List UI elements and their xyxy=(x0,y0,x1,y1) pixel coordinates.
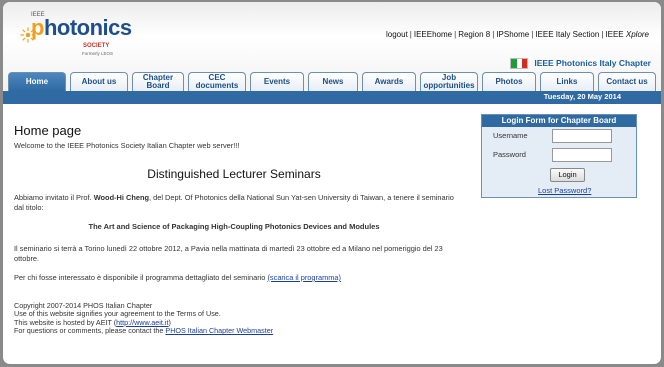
italy-flag-icon xyxy=(510,58,529,69)
login-button[interactable]: Login xyxy=(550,168,585,182)
program-text: Per chi fosse interessato è disponibile … xyxy=(14,273,341,282)
region-8-link[interactable]: Region 8 xyxy=(458,30,490,39)
tab-cec-documents[interactable]: CEC documents xyxy=(188,72,246,91)
section-title: Distinguished Lecturer Seminars xyxy=(147,167,321,181)
tab-job-opportunities[interactable]: Job opportunities xyxy=(420,72,478,91)
main-content: Home page Welcome to the IEEE Photonics … xyxy=(14,123,464,336)
talk-title: The Art and Science of Packaging High-Co… xyxy=(88,222,380,231)
photonics-society-logo[interactable]: IEEE photonics SOCIETY Formerly LEOS xyxy=(14,11,154,63)
lecturer-name: Wood-Hi Cheng xyxy=(93,193,149,202)
webmaster-link[interactable]: PHOS Italian Chapter Webmaster xyxy=(165,326,273,335)
main-nav: Home About us Chapter Board CEC document… xyxy=(8,72,658,91)
program-download-link[interactable]: (scarica il programma) xyxy=(267,273,341,282)
login-form-header: Login Form for Chapter Board xyxy=(482,115,636,127)
date-bar: Tuesday, 20 May 2014 xyxy=(3,91,661,104)
tab-events[interactable]: Events xyxy=(250,72,304,91)
page-title: Home page xyxy=(14,123,82,138)
password-label: Password xyxy=(493,150,526,159)
tab-contact-us[interactable]: Contact us xyxy=(598,72,656,91)
tab-about-us[interactable]: About us xyxy=(70,72,128,91)
tab-chapter-board[interactable]: Chapter Board xyxy=(132,72,184,91)
password-input[interactable] xyxy=(552,148,612,162)
logo-formerly-text: Formerly LEOS xyxy=(82,51,114,56)
seminar-schedule: Il seminario si terrà a Torino lunedì 22… xyxy=(14,244,443,263)
login-form: Login Form for Chapter Board Username Pa… xyxy=(481,114,637,198)
top-links: logout | IEEEhome | Region 8 | IPShome | IEEE It… xyxy=(386,30,649,39)
tab-photos[interactable]: Photos xyxy=(482,72,536,91)
logo-society-text: SOCIETY xyxy=(83,43,110,49)
tab-awards[interactable]: Awards xyxy=(362,72,416,91)
footer: Copyright 2007-2014 PHOS Italian Chapter… xyxy=(14,301,464,336)
logout-link[interactable]: logout xyxy=(386,30,408,39)
ips-home-link[interactable]: IPShome xyxy=(496,30,529,39)
tab-links[interactable]: Links xyxy=(540,72,594,91)
page-frame: IEEE photonics SOCIETY Formerly LEOS log… xyxy=(3,2,661,364)
ieee-home-link[interactable]: IEEEhome xyxy=(414,30,452,39)
tab-home[interactable]: Home xyxy=(8,72,66,91)
ieee-italy-section-link[interactable]: IEEE Italy Section xyxy=(535,30,599,39)
lost-password-link[interactable]: Lost Password? xyxy=(538,186,591,195)
tab-news[interactable]: News xyxy=(308,72,358,91)
username-input[interactable] xyxy=(552,129,612,143)
chapter-title: IEEE Photonics Italy Chapter xyxy=(510,58,651,69)
footer-contact: For questions or comments, please contac… xyxy=(14,326,274,336)
ieee-xplore-link[interactable]: IEEE Xplore xyxy=(605,30,649,39)
current-date: Tuesday, 20 May 2014 xyxy=(543,92,621,101)
seminar-intro: Abbiamo invitato il Prof. Wood-Hi Cheng,… xyxy=(14,193,454,212)
logo-wordmark: photonics xyxy=(31,15,132,40)
welcome-text: Welcome to the IEEE Photonics Society It… xyxy=(14,141,240,150)
username-label: Username xyxy=(493,131,528,140)
